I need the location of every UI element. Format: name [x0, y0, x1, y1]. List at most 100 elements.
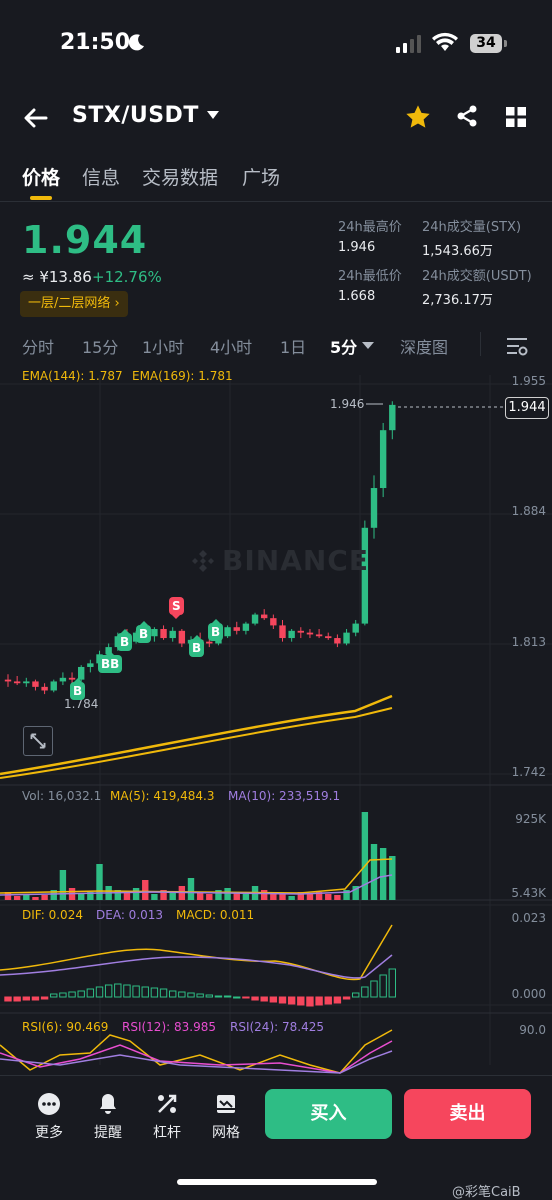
candle-body	[261, 614, 268, 619]
macd-bar	[4, 996, 12, 1002]
candle-body	[270, 618, 277, 626]
candle-body	[178, 630, 186, 644]
buy-marker[interactable]: B	[189, 635, 205, 657]
ema169-label: EMA(169): 1.781	[132, 369, 233, 383]
candle-body	[352, 623, 359, 633]
volume-bar	[41, 895, 48, 900]
more-button[interactable]	[24, 1092, 74, 1120]
back-arrow-icon[interactable]	[22, 105, 48, 131]
favorite-star-icon[interactable]	[404, 103, 432, 131]
candle-body	[242, 623, 250, 631]
tab-square[interactable]: 广场	[242, 163, 280, 190]
chevron-down-icon[interactable]	[362, 342, 374, 350]
sell-button[interactable]: 卖出	[404, 1089, 531, 1139]
grid-label[interactable]: 网格	[201, 1122, 251, 1142]
wifi-icon	[432, 32, 458, 51]
home-indicator	[177, 1179, 377, 1185]
interval-5m[interactable]: 5分	[330, 334, 357, 358]
price-change: +12.76%	[92, 268, 162, 286]
volume-bar	[261, 890, 268, 900]
buy-marker[interactable]: BB	[98, 651, 123, 673]
divider	[480, 332, 481, 356]
candle-body	[233, 627, 240, 631]
volume-bar	[169, 892, 176, 900]
clock-time: 21:50	[60, 30, 131, 55]
interval-1d[interactable]: 1日	[280, 334, 306, 358]
candle-body	[306, 632, 314, 635]
volume-bar	[370, 844, 378, 900]
volume-bar	[334, 895, 341, 900]
buy-marker[interactable]: B	[208, 619, 224, 641]
low-value: 1.668	[338, 289, 376, 304]
macd-bar	[40, 996, 49, 1000]
macd-dif-label: DIF: 0.024	[22, 908, 83, 922]
chevron-down-icon[interactable]	[206, 110, 220, 120]
macd-axis-top: 0.023	[511, 911, 546, 925]
tab-price[interactable]: 价格	[22, 163, 60, 190]
fullscreen-icon[interactable]	[23, 726, 53, 756]
share-icon[interactable]	[455, 104, 479, 128]
pair-title[interactable]: STX/USDT	[72, 103, 199, 128]
macd-bar	[13, 996, 21, 1002]
ema169-line	[0, 707, 393, 779]
interval-timeline[interactable]: 分时	[22, 334, 54, 358]
high-marker: 1.946	[330, 397, 365, 411]
last-price: 1.944	[22, 218, 148, 262]
buy-marker[interactable]: B	[117, 629, 133, 651]
interval-4h[interactable]: 4小时	[210, 334, 252, 358]
candle-body	[206, 641, 213, 644]
interval-15m[interactable]: 15分	[82, 334, 118, 358]
buy-marker[interactable]: B	[70, 678, 86, 700]
macd-bar	[205, 994, 214, 998]
macd-bar	[251, 996, 259, 1001]
bottom-action-bar: 更多 提醒 杠杆 网格 买入 卖出 @彩笔CaiB	[0, 1075, 552, 1200]
sell-marker[interactable]: S	[169, 597, 184, 619]
alert-label[interactable]: 提醒	[83, 1122, 133, 1142]
rsi12-label: RSI(12): 83.985	[122, 1020, 216, 1034]
status-bar: 21:50 34	[0, 0, 552, 90]
candle-body	[334, 638, 341, 644]
leverage-label[interactable]: 杠杆	[142, 1122, 192, 1142]
volume-bar	[59, 870, 67, 900]
interval-1h[interactable]: 1小时	[142, 334, 184, 358]
buy-marker[interactable]: B	[136, 621, 152, 643]
candle-body	[32, 681, 39, 687]
buy-button[interactable]: 买入	[265, 1089, 392, 1139]
more-dots-icon	[38, 1093, 60, 1115]
macd-bar	[59, 992, 67, 998]
volume-bar	[96, 864, 103, 900]
candle-body	[370, 488, 378, 528]
candle-body	[389, 404, 396, 431]
volume-bar	[306, 894, 314, 900]
candle-body	[23, 681, 30, 684]
grid-button[interactable]	[201, 1092, 251, 1120]
interval-depth[interactable]: 深度图	[400, 334, 448, 358]
chart-settings-icon[interactable]	[506, 336, 528, 356]
vol-axis-bottom: 5.43K	[511, 886, 546, 900]
macd-bar	[297, 996, 305, 1006]
tab-info[interactable]: 信息	[82, 163, 120, 190]
moon-icon	[128, 34, 144, 51]
macd-bar	[159, 988, 168, 998]
top-bar: STX/USDT	[0, 95, 552, 139]
macd-bar	[123, 984, 131, 998]
macd-bar	[315, 996, 323, 1006]
candle-body	[151, 629, 158, 637]
candle-body	[59, 677, 67, 682]
macd-bar	[114, 983, 122, 998]
candle-body	[87, 663, 94, 667]
category-badge[interactable]: 一层/二层网络 ›	[20, 291, 128, 317]
leverage-button[interactable]	[142, 1092, 192, 1120]
volume-bar	[132, 888, 140, 900]
tab-trading-data[interactable]: 交易数据	[142, 163, 218, 190]
macd-dif-line	[0, 924, 393, 981]
grid-menu-icon[interactable]	[506, 107, 526, 127]
kline-chart[interactable]	[0, 365, 552, 1075]
volume-bar	[288, 896, 295, 900]
alert-button[interactable]	[83, 1092, 133, 1120]
macd-bar	[242, 996, 250, 999]
ema144-label: EMA(144): 1.787	[22, 369, 123, 383]
macd-bar	[214, 995, 223, 998]
volume-bar	[379, 848, 387, 900]
more-label[interactable]: 更多	[24, 1122, 74, 1142]
